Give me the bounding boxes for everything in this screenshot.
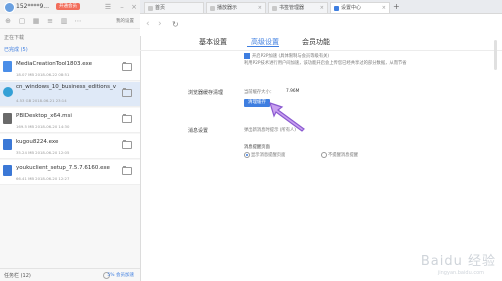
- file-meta: 4.53 GB 2018-06-21 23:14: [16, 98, 67, 103]
- p2p-description: 利用P2P技术进行用户间加速，该功能开启会上传您已经共享过的部分数据，从而节省: [244, 61, 407, 66]
- no-remind-label: 不提醒消息提醒: [328, 153, 359, 158]
- exe-icon: [3, 139, 12, 150]
- list-icon[interactable]: ≡: [46, 17, 54, 25]
- tab-settings[interactable]: 设置中心 ×: [330, 2, 390, 13]
- section-completed[interactable]: 已完成 (5): [0, 46, 140, 53]
- home-icon: [148, 6, 153, 11]
- open-folder-icon[interactable]: [122, 114, 132, 123]
- file-meta: 66.41 MB 2018-06-20 12:27: [16, 176, 70, 181]
- file-type-icon: [3, 61, 12, 72]
- minimize-icon[interactable]: –: [118, 3, 126, 11]
- close-tab-icon[interactable]: ×: [258, 3, 262, 14]
- list-item-selected[interactable]: cn_windows_10_business_editions_version_…: [0, 82, 140, 107]
- vip-button[interactable]: 开通会员: [56, 3, 80, 10]
- section-downloading[interactable]: 正在下载: [0, 34, 140, 41]
- watermark-url: jingyan.baidu.com: [437, 270, 484, 276]
- nav-bar: ‹ › ↻: [140, 14, 502, 36]
- open-folder-icon[interactable]: [122, 62, 132, 71]
- clear-cache-button[interactable]: 清理缓存: [244, 99, 270, 107]
- skin-icon[interactable]: ☰: [104, 3, 112, 11]
- tab-label: 首页: [155, 5, 166, 11]
- grid-icon[interactable]: ▦: [32, 17, 40, 25]
- settings-content: 开启P2P加速 (具体限制与会员等级有关) 利用P2P技术进行用户间加速，该功能…: [140, 51, 502, 281]
- tab-label: 播放器示: [217, 5, 238, 11]
- task-count[interactable]: 任务栏 (12): [4, 272, 31, 279]
- new-task-icon[interactable]: ⊕: [4, 17, 12, 25]
- close-icon[interactable]: ×: [130, 3, 138, 11]
- back-icon[interactable]: ‹: [146, 20, 150, 29]
- file-name: MediaCreationTool1803.exe: [16, 61, 92, 67]
- list-item[interactable]: MediaCreationTool1803.exe 18.07 MB 2018-…: [0, 56, 140, 81]
- message-remind-title: 消息提醒页面: [244, 145, 270, 150]
- file-name: kugou8224.exe: [16, 139, 59, 145]
- open-folder-icon[interactable]: [122, 140, 132, 149]
- disc-image-icon: [3, 87, 13, 97]
- list-item[interactable]: kugou8224.exe 35.24 MB 2018-06-20 12:05: [0, 134, 140, 159]
- tab-bookmarks[interactable]: 书签管理器 ×: [268, 2, 328, 13]
- message-popup-option: 弹出新消息时提示 (所有人): [244, 128, 296, 133]
- settings-icon: [334, 6, 339, 11]
- avatar[interactable]: [4, 2, 15, 13]
- open-folder-icon[interactable]: [122, 166, 132, 175]
- exe-icon: [3, 165, 12, 176]
- file-meta: 35.24 MB 2018-06-20 12:05: [16, 150, 70, 155]
- p2p-checkbox[interactable]: [244, 53, 250, 59]
- forward-icon[interactable]: ›: [158, 20, 162, 29]
- file-meta: 169.5 MB 2018-06-20 14:30: [16, 124, 70, 129]
- bookmark-icon: [272, 6, 277, 11]
- cache-size-value: 7.96M: [286, 89, 300, 94]
- status-bar: 任务栏 (12) 5% 会员加速: [0, 268, 140, 281]
- p2p-option-label: 开启P2P加速 (具体限制与会员等级有关): [252, 54, 330, 59]
- page-icon: [210, 6, 215, 11]
- file-name: PBIDesktop_x64.msi: [16, 113, 72, 119]
- cache-size-label: 当前缓存大小：: [244, 90, 275, 95]
- download-settings-link[interactable]: 我的设置: [116, 18, 134, 24]
- file-icon[interactable]: ▢: [18, 17, 26, 25]
- active-tab-indicator: [247, 46, 279, 47]
- cache-section-label: 浏览器缓存清理: [188, 90, 224, 96]
- file-name: cn_windows_10_business_editions_version_…: [16, 84, 116, 90]
- file-meta: 18.07 MB 2018-06-22 08:51: [16, 72, 70, 77]
- user-name[interactable]: 152****9...: [16, 3, 49, 10]
- new-tab-icon[interactable]: +: [393, 2, 400, 12]
- message-section-label: 消息设置: [188, 128, 209, 134]
- watermark: Baidu 经验: [420, 254, 496, 269]
- list-item[interactable]: PBIDesktop_x64.msi 169.5 MB 2018-06-20 1…: [0, 108, 140, 133]
- installer-icon: [3, 113, 12, 124]
- tab-home[interactable]: 首页: [144, 2, 204, 13]
- tab-player[interactable]: 播放器示 ×: [206, 2, 266, 13]
- refresh-icon[interactable]: ↻: [172, 20, 179, 29]
- tab-label: 书签管理器: [279, 5, 305, 11]
- download-panel: 152****9... 开通会员 ☰ – × ⊕ ▢ ▦ ≡ ▥ ⋯ 我的设置 …: [0, 0, 141, 281]
- show-remind-label: 显示消息提醒页面: [251, 153, 286, 158]
- tab-label: 设置中心: [341, 5, 362, 11]
- no-remind-radio[interactable]: [321, 152, 327, 158]
- download-toolbar: ⊕ ▢ ▦ ≡ ▥ ⋯ 我的设置: [0, 14, 140, 29]
- close-tab-icon[interactable]: ×: [320, 3, 324, 14]
- more-icon[interactable]: ⋯: [74, 17, 82, 25]
- list-item[interactable]: youkuclient_setup_7.5.7.6160.exe 66.41 M…: [0, 160, 140, 185]
- delete-icon[interactable]: ▥: [60, 17, 68, 25]
- close-tab-icon[interactable]: ×: [382, 3, 386, 14]
- tab-basic-settings[interactable]: 基本设置: [199, 37, 227, 47]
- show-remind-radio[interactable]: [244, 152, 250, 158]
- file-name: youkuclient_setup_7.5.7.6160.exe: [16, 165, 110, 171]
- user-bar: 152****9... 开通会员 ☰ – ×: [0, 0, 140, 14]
- vip-speed-link[interactable]: 5% 会员加速: [107, 272, 134, 278]
- tab-bar: 首页 播放器示 × 书签管理器 × 设置中心 × +: [140, 0, 502, 14]
- open-folder-icon[interactable]: [122, 88, 132, 97]
- tab-member-features[interactable]: 会员功能: [302, 37, 330, 47]
